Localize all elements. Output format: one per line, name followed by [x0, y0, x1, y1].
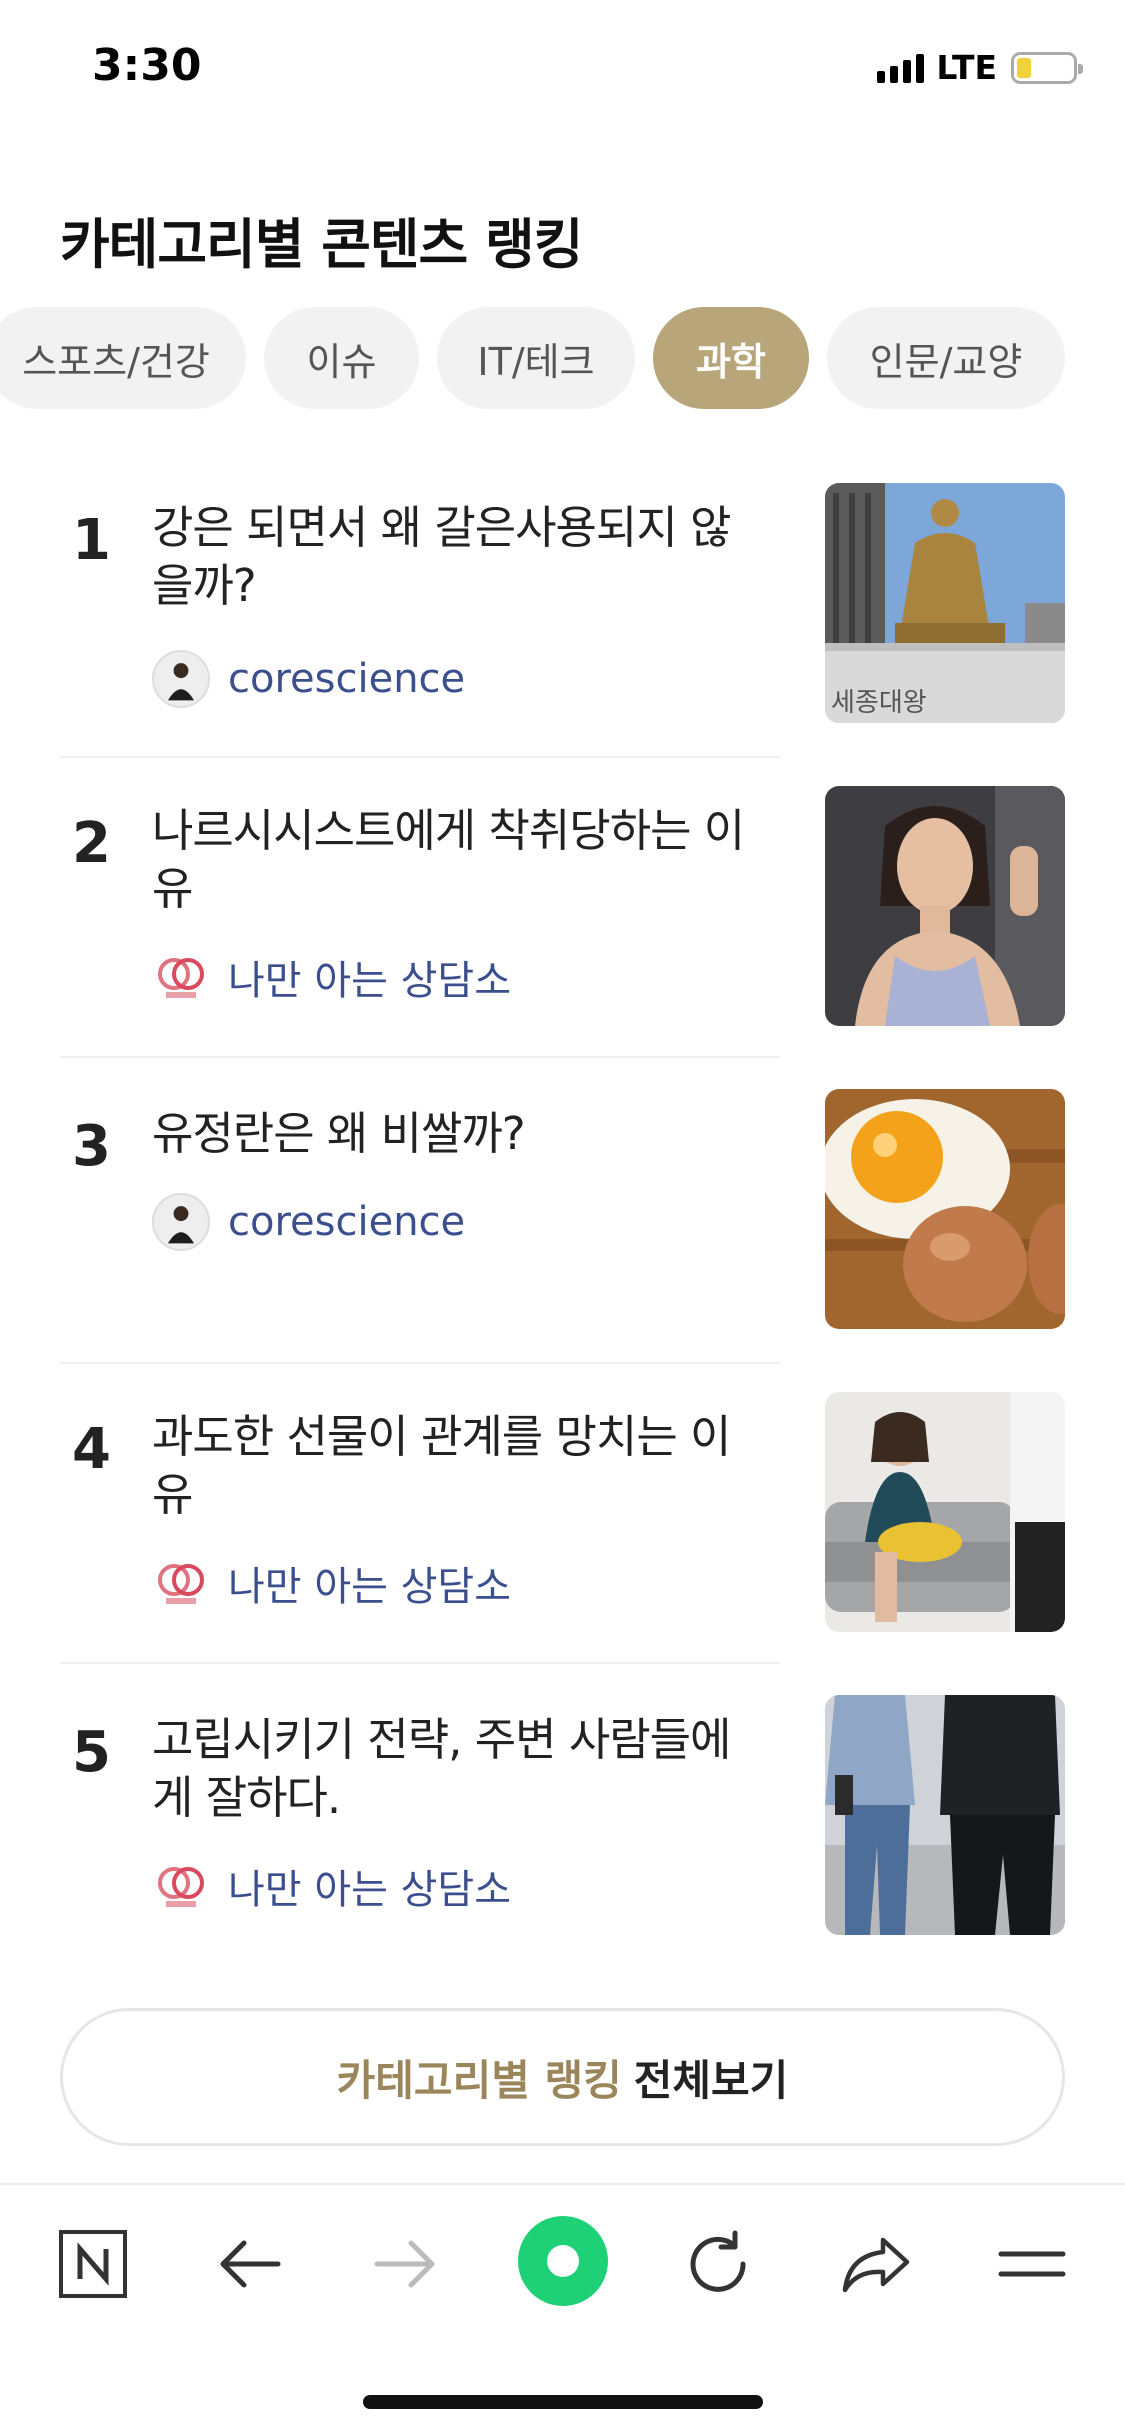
author-name: 나만 아는 상담소 [228, 1564, 512, 1610]
counseling-logo-icon [152, 1857, 210, 1915]
refresh-icon[interactable] [673, 2219, 763, 2309]
status-time: 3:30 [92, 40, 202, 91]
ranking-item[interactable]: 3 유정란은 왜 비쌀까? corescience [60, 1089, 1065, 1364]
menu-icon[interactable] [987, 2219, 1077, 2309]
author-name: 나만 아는 상담소 [228, 1867, 512, 1913]
counseling-logo-icon [152, 948, 210, 1006]
statue-photo[interactable]: 세종대왕 [825, 483, 1065, 723]
back-arrow-icon[interactable] [205, 2219, 295, 2309]
divider [60, 1362, 780, 1364]
naver-home-icon[interactable] [48, 2219, 138, 2309]
author-name: corescience [228, 1199, 466, 1245]
ranking-title[interactable]: 강은 되면서 왜 갈은사용되지 않을까? [152, 499, 752, 615]
author-name: corescience [228, 656, 466, 702]
status-bar: 3:30 LTE [0, 0, 1125, 140]
person-avatar-icon [152, 650, 210, 708]
counseling-logo-icon [152, 1554, 210, 1612]
ranking-item[interactable]: 4 과도한 선물이 관계를 망치는 이유 나만 아는 상담소 [60, 1392, 1065, 1664]
divider [60, 1662, 780, 1664]
divider [60, 1056, 780, 1058]
author[interactable]: 나만 아는 상담소 [152, 1857, 511, 1915]
category-tabs: 스포츠/건강 이슈 IT/테크 과학 인문/교양 [0, 307, 1125, 409]
forward-arrow-icon[interactable] [360, 2219, 450, 2309]
battery-icon [1011, 51, 1083, 84]
tab-sports-health[interactable]: 스포츠/건강 [0, 307, 246, 409]
green-dot-icon[interactable] [517, 2215, 609, 2307]
author-name: 나만 아는 상담소 [228, 958, 512, 1004]
signal-icon [877, 53, 925, 83]
rank-number: 3 [72, 1114, 111, 1179]
author[interactable]: 나만 아는 상담소 [152, 1554, 511, 1612]
couch-photo[interactable] [825, 1392, 1065, 1632]
view-all-rankings-button[interactable]: 카테고리별 랭킹 전체보기 [60, 2008, 1065, 2146]
eggs-photo[interactable] [825, 1089, 1065, 1329]
rank-number: 4 [72, 1417, 111, 1482]
page-title: 카테고리별 콘텐츠 랭킹 [60, 213, 583, 276]
tab-it-tech[interactable]: IT/테크 [437, 307, 635, 409]
rank-number: 5 [72, 1720, 111, 1785]
statue-inscription: 세종대왕 [831, 688, 927, 718]
share-icon[interactable] [830, 2219, 920, 2309]
view-all-rest: 전체보기 [633, 2055, 789, 2105]
woman-photo[interactable] [825, 786, 1065, 1026]
ranking-item[interactable]: 5 고립시키기 전략, 주변 사람들에게 잘하다. 나만 아는 상담소 [60, 1695, 1065, 1941]
rank-number: 2 [72, 811, 111, 876]
ranking-title[interactable]: 과도한 선물이 관계를 망치는 이유 [152, 1408, 752, 1524]
ranking-title[interactable]: 나르시시스트에게 착취당하는 이유 [152, 802, 752, 918]
view-all-accent: 카테고리별 랭킹 [336, 2055, 622, 2105]
walking-photo[interactable] [825, 1695, 1065, 1935]
tab-humanities[interactable]: 인문/교양 [827, 307, 1065, 409]
ranking-title[interactable]: 고립시키기 전략, 주변 사람들에게 잘하다. [152, 1711, 752, 1827]
ranking-item[interactable]: 1 강은 되면서 왜 갈은사용되지 않을까? corescience 세종대왕 [60, 483, 1065, 758]
status-indicators: LTE [877, 48, 1083, 87]
tab-science[interactable]: 과학 [653, 307, 809, 409]
author[interactable]: 나만 아는 상담소 [152, 948, 511, 1006]
author[interactable]: corescience [152, 1193, 465, 1251]
tab-issue[interactable]: 이슈 [264, 307, 419, 409]
person-avatar-icon [152, 1193, 210, 1251]
network-label: LTE [936, 48, 997, 87]
divider [60, 756, 780, 758]
ranking-title[interactable]: 유정란은 왜 비쌀까? [152, 1105, 752, 1163]
author[interactable]: corescience [152, 650, 465, 708]
home-indicator [363, 2395, 763, 2409]
rank-number: 1 [72, 508, 111, 573]
ranking-item[interactable]: 2 나르시시스트에게 착취당하는 이유 나만 아는 상담소 [60, 786, 1065, 1058]
